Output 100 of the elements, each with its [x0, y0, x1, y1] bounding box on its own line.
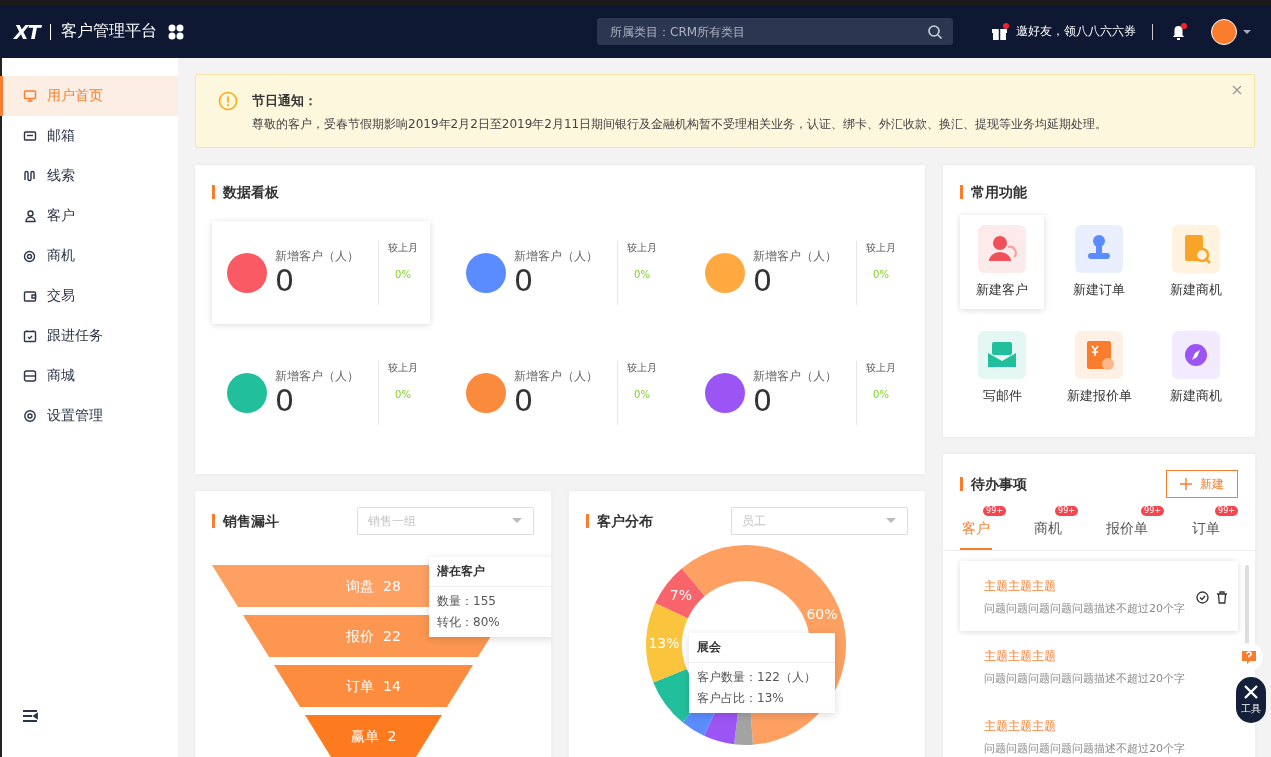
plus-icon	[1180, 478, 1192, 490]
todo-item[interactable]: 主题主题主题 问题问题问题问题问题描述不超过20个字	[960, 631, 1238, 701]
card-title: 数据看板	[212, 185, 908, 199]
tools-button[interactable]: 工具	[1236, 677, 1266, 723]
count-badge: 99+	[1215, 506, 1238, 516]
change-value: 0%	[873, 268, 889, 280]
shortcut-icon	[1172, 331, 1220, 379]
compare-label: 较上月	[866, 360, 896, 375]
todo-description: 问题问题问题问题问题描述不超过20个字	[983, 741, 1186, 756]
compare-label: 较上月	[627, 240, 657, 255]
stat-label: 新增客户（人）	[275, 368, 360, 385]
sidebar-item[interactable]: 商机	[0, 236, 178, 276]
slice-label: 60%	[806, 606, 838, 623]
notice-title: 节日通知：	[252, 92, 318, 110]
card-title: 常用功能	[960, 185, 1238, 199]
search-field[interactable]: 所属类目：CRM所有类目	[597, 18, 953, 45]
donut-slice[interactable]	[646, 603, 688, 683]
stat-value: 0	[275, 265, 296, 297]
todo-title: 主题主题主题	[983, 578, 1057, 595]
card-title: 客户分布	[586, 514, 653, 528]
caret-icon[interactable]	[1243, 28, 1251, 35]
sidebar-item[interactable]: 邮箱	[0, 116, 178, 156]
shortcut-icon	[1075, 331, 1123, 379]
check-icon[interactable]	[1196, 590, 1209, 604]
todo-description: 问题问题问题问题问题描述不超过20个字	[983, 671, 1186, 686]
sidebar-item[interactable]: 设置管理	[0, 396, 178, 436]
sidebar-item[interactable]: 客户	[0, 196, 178, 236]
compare-label: 较上月	[388, 360, 418, 375]
change-value: 0%	[634, 388, 650, 400]
count-badge: 99+	[1141, 506, 1164, 516]
stat-tile[interactable]: 新增客户（人） 0 较上月 0%	[690, 221, 908, 324]
todo-title: 主题主题主题	[983, 718, 1057, 735]
caret-icon	[886, 518, 896, 524]
funnel-label: 赢单 2	[350, 728, 397, 744]
sidebar-item[interactable]: 线索	[0, 156, 178, 196]
tooltip-line: 数量：155	[437, 593, 497, 610]
shortcut-icon	[978, 331, 1026, 379]
tooltip-line: 客户数量：122（人）	[697, 669, 817, 686]
funnel-label: 询盘 28	[346, 578, 401, 594]
warning-icon	[218, 91, 238, 111]
stat-tile[interactable]: 新增客户（人） 0 较上月 0%	[690, 341, 908, 444]
stat-tile[interactable]: 新增客户（人） 0 较上月 0%	[212, 221, 430, 324]
change-value: 0%	[395, 268, 411, 280]
stat-label: 新增客户（人）	[753, 368, 838, 385]
change-value: 0%	[873, 388, 889, 400]
sidebar-item[interactable]: 跟进任务	[0, 316, 178, 356]
donut-slice[interactable]	[655, 568, 705, 619]
count-badge: 99+	[983, 506, 1006, 516]
tooltip-line: 转化：80%	[437, 614, 501, 631]
slice-label: 13%	[648, 635, 680, 651]
invite-link[interactable]: 邀好友，领八八六六券	[1016, 23, 1136, 40]
shortcut-tile[interactable]: 新建报价单	[1057, 321, 1141, 415]
logo: XT	[14, 20, 40, 43]
compare-label: 较上月	[388, 240, 418, 255]
change-value: 0%	[395, 388, 411, 400]
stat-value: 0	[753, 385, 774, 417]
shortcut-tile[interactable]: 新建订单	[1057, 215, 1141, 309]
app-title: 客户管理平台	[60, 21, 157, 42]
search-icon[interactable]	[927, 24, 943, 40]
shortcut-tile[interactable]: 写邮件	[960, 321, 1044, 415]
collapse-menu-icon[interactable]	[22, 709, 38, 723]
caret-icon	[512, 518, 522, 524]
notice-text: 尊敬的客户，受春节假期影响2019年2月2日至2019年2月11日期间银行及金融机构暂不受理相关业务，认证、绑卡、外汇收款、换汇、提现等业务均延期处理。	[252, 116, 1108, 133]
stat-label: 新增客户（人）	[275, 248, 360, 265]
close-icon[interactable]	[1232, 85, 1242, 95]
tooltip-title: 展会	[689, 633, 835, 663]
stat-tile[interactable]: 新增客户（人） 0 较上月 0%	[212, 341, 430, 444]
shortcut-tile[interactable]: 新建商机	[1154, 215, 1238, 309]
todo-item[interactable]: 主题主题主题 问题问题问题问题问题描述不超过20个字	[960, 701, 1238, 757]
shortcut-icon	[978, 225, 1026, 273]
avatar[interactable]	[1211, 18, 1237, 45]
todo-title: 主题主题主题	[983, 648, 1057, 665]
stat-tile[interactable]: 新增客户（人） 0 较上月 0%	[451, 221, 669, 324]
stat-tile[interactable]: 新增客户（人） 0 较上月 0%	[451, 341, 669, 444]
trash-icon[interactable]	[1216, 590, 1228, 604]
shortcut-icon	[1172, 225, 1220, 273]
compare-label: 较上月	[866, 240, 896, 255]
gift-icon[interactable]	[990, 21, 1010, 42]
sidebar-item[interactable]: 商城	[0, 356, 178, 396]
tooltip-line: 客户占比：13%	[697, 690, 785, 707]
stat-value: 0	[275, 385, 296, 417]
slice-label: 7%	[669, 587, 692, 604]
stat-label: 新增客户（人）	[753, 248, 838, 265]
todo-description: 问题问题问题问题问题描述不超过20个字	[983, 601, 1186, 616]
shortcut-tile[interactable]: 新建客户	[960, 215, 1044, 309]
count-badge: 99+	[1055, 506, 1078, 516]
card-title: 销售漏斗	[212, 514, 279, 528]
todo-item[interactable]: 主题主题主题 问题问题问题问题问题描述不超过20个字	[960, 561, 1238, 631]
stat-value: 0	[753, 265, 774, 297]
shortcut-icon	[1075, 225, 1123, 273]
card-title: 待办事项	[960, 477, 1027, 491]
funnel-label: 报价 22	[346, 628, 401, 644]
compare-label: 较上月	[627, 360, 657, 375]
stat-value: 0	[514, 265, 535, 297]
shortcut-tile[interactable]: 新建商机	[1154, 321, 1238, 415]
change-value: 0%	[634, 268, 650, 280]
stat-label: 新增客户（人）	[514, 368, 599, 385]
apps-icon[interactable]	[166, 22, 185, 41]
funnel-label: 订单 14	[346, 678, 401, 694]
sidebar-item[interactable]: 交易	[0, 276, 178, 316]
